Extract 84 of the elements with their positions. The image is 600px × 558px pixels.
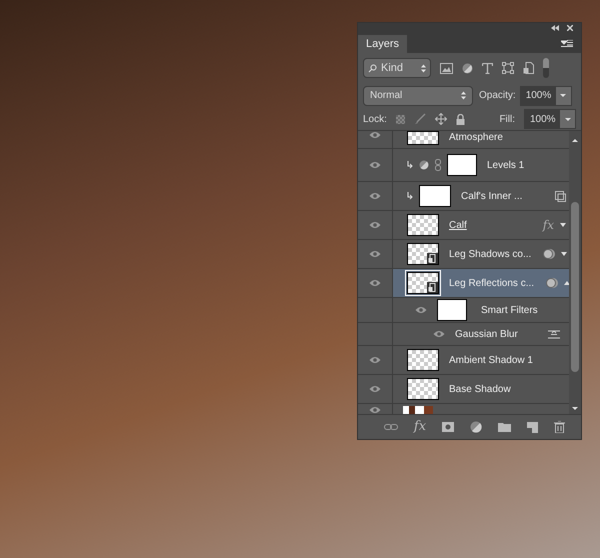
- smart-filter-icon[interactable]: [546, 277, 558, 289]
- expand-caret-icon[interactable]: [561, 252, 568, 256]
- layer-name: Leg Reflections c...: [449, 276, 534, 290]
- eye-icon[interactable]: [369, 356, 381, 364]
- smart-object-icon[interactable]: [523, 62, 534, 74]
- filter-value: Kind: [381, 60, 404, 76]
- scroll-up-icon[interactable]: [572, 139, 578, 142]
- layer-name: Base Shadow: [449, 382, 511, 396]
- eye-icon[interactable]: [369, 385, 381, 393]
- half-circle-icon[interactable]: [462, 62, 473, 74]
- layer-thumbnail: [403, 406, 433, 414]
- layer-name: Leg Shadows co...: [449, 248, 532, 262]
- mask-icon[interactable]: [442, 422, 454, 432]
- layer-name: Levels 1: [487, 158, 524, 172]
- eye-icon[interactable]: [369, 406, 381, 414]
- layer-name: Calf: [449, 218, 467, 232]
- stepper-icon: [461, 91, 466, 100]
- scroll-down-icon[interactable]: [572, 407, 578, 410]
- filter-dropdown[interactable]: Kind: [363, 58, 431, 78]
- layer-name: Gaussian Blur: [455, 328, 518, 342]
- search-icon: [368, 64, 377, 72]
- eye-icon[interactable]: [433, 330, 445, 338]
- layer-row[interactable]: Leg Reflections c...: [358, 269, 569, 298]
- layer-row[interactable]: Atmosphere: [358, 131, 569, 149]
- eye-icon[interactable]: [369, 221, 381, 229]
- expand-caret-icon[interactable]: [560, 223, 566, 227]
- brush-icon[interactable]: [414, 113, 426, 125]
- opacity-label: Opacity:: [479, 89, 516, 103]
- smart-object-icon[interactable]: [555, 190, 566, 202]
- blend-mode-value: Normal: [370, 89, 404, 103]
- caret-icon: [560, 94, 566, 97]
- lock-label: Lock:: [363, 112, 387, 126]
- panel-menu-icon[interactable]: [561, 40, 573, 47]
- fill-field[interactable]: 100%: [524, 109, 576, 129]
- blend-mode-dropdown[interactable]: Normal: [363, 86, 473, 106]
- eye-icon[interactable]: [415, 306, 427, 314]
- layer-name: Smart Filters: [481, 304, 538, 318]
- layer-row[interactable]: Calf's Inner ...: [358, 182, 569, 211]
- layer-thumbnail: [407, 131, 439, 145]
- link-icon[interactable]: [384, 423, 398, 431]
- eye-icon[interactable]: [369, 131, 381, 139]
- new-layer-icon[interactable]: [527, 422, 538, 432]
- image-icon[interactable]: [440, 62, 453, 74]
- expand-caret-icon[interactable]: [564, 281, 569, 285]
- layers-tab[interactable]: Layers: [358, 35, 408, 53]
- layer-name: Atmosphere: [449, 131, 503, 145]
- layer-row[interactable]: Calf fx: [358, 211, 569, 240]
- chain-icon[interactable]: [435, 159, 441, 171]
- opacity-field[interactable]: 100%: [520, 86, 572, 106]
- mask-thumbnail: [447, 154, 477, 176]
- layer-row[interactable]: Gaussian Blur: [358, 323, 569, 346]
- layer-name: Ambient Shadow 1: [449, 354, 533, 368]
- fx-icon[interactable]: fx: [414, 417, 426, 437]
- filter-mask-thumbnail: [437, 299, 467, 321]
- caret-icon: [564, 118, 570, 120]
- type-icon[interactable]: [482, 62, 493, 74]
- eye-icon[interactable]: [369, 250, 381, 258]
- layer-name: Calf's Inner ...: [461, 190, 522, 204]
- smart-filter-icon[interactable]: [543, 248, 556, 260]
- layer-row[interactable]: Smart Filters: [358, 298, 569, 323]
- half-circle-icon[interactable]: [470, 421, 482, 433]
- layer-thumbnail: [407, 214, 439, 236]
- lock-pixels-icon[interactable]: [396, 114, 405, 124]
- layer-row[interactable]: Levels 1: [358, 149, 569, 182]
- filter-options-icon[interactable]: [548, 330, 560, 338]
- layer-row[interactable]: Ambient Shadow 1: [358, 346, 569, 375]
- stepper-icon: [421, 64, 426, 72]
- filter-toggle[interactable]: [543, 58, 549, 78]
- close-icon[interactable]: [567, 25, 573, 31]
- layer-row[interactable]: Base Shadow: [358, 375, 569, 404]
- lock-icon[interactable]: [456, 114, 465, 124]
- transform-icon[interactable]: [502, 62, 514, 74]
- trash-icon[interactable]: [554, 421, 566, 433]
- folder-icon[interactable]: [498, 422, 512, 432]
- eye-icon[interactable]: [369, 279, 381, 287]
- eye-icon[interactable]: [369, 192, 381, 200]
- layer-thumbnail: [407, 349, 439, 371]
- move-icon[interactable]: [434, 113, 447, 125]
- half-circle-icon: [419, 160, 429, 170]
- eye-icon[interactable]: [369, 161, 381, 169]
- scrollbar[interactable]: [569, 131, 581, 414]
- fill-label: Fill:: [499, 112, 515, 126]
- collapse-icon[interactable]: [551, 25, 559, 31]
- layer-thumbnail: [407, 378, 439, 400]
